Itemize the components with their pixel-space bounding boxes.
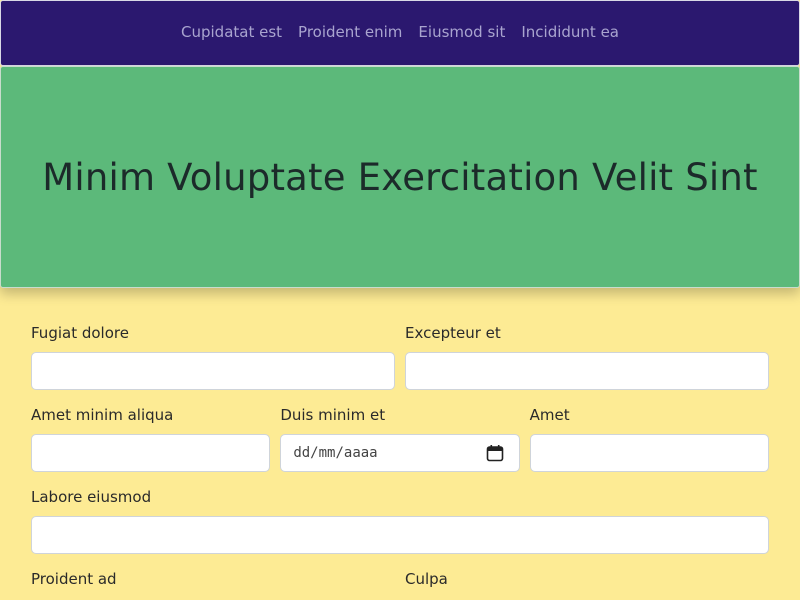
field-amet-minim-aliqua: Amet minim aliqua: [31, 405, 271, 472]
form-row-4: Proident ad Culpa: [31, 569, 769, 598]
form-row-3: Labore eiusmod: [31, 487, 769, 554]
field-culpa: Culpa: [405, 569, 769, 598]
field-label: Labore eiusmod: [31, 488, 152, 506]
main-form: Fugiat dolore Excepteur et Amet minim al…: [31, 323, 769, 600]
field-duis-minim-et: Duis minim et: [280, 405, 520, 472]
navbar: Cupidatat est Proident enim Eiusmod sit …: [0, 0, 800, 66]
form-row-2: Amet minim aliqua Duis minim et Amet: [31, 405, 769, 472]
field-label: Amet minim aliqua: [31, 406, 174, 424]
amet-minim-aliqua-input[interactable]: [31, 434, 271, 472]
hero-banner: Minim Voluptate Exercitation Velit Sint: [0, 66, 800, 288]
field-amet: Amet: [529, 405, 769, 472]
field-label: Amet: [529, 406, 570, 424]
field-fugiat-dolore: Fugiat dolore: [31, 323, 395, 390]
excepteur-et-input[interactable]: [405, 352, 769, 390]
labore-eiusmod-input[interactable]: [31, 516, 769, 554]
amet-input[interactable]: [529, 434, 769, 472]
field-label: Excepteur et: [405, 324, 501, 342]
calendar-icon[interactable]: [486, 444, 504, 462]
nav-link-eiusmod-sit[interactable]: Eiusmod sit: [418, 23, 505, 41]
field-proident-ad: Proident ad: [31, 569, 395, 598]
field-label: Duis minim et: [280, 406, 386, 424]
duis-minim-et-date-input[interactable]: [280, 434, 520, 472]
field-label: Proident ad: [31, 570, 117, 588]
field-label: Fugiat dolore: [31, 324, 129, 342]
hero-title: Minim Voluptate Exercitation Velit Sint: [42, 155, 758, 199]
fugiat-dolore-input[interactable]: [31, 352, 395, 390]
field-excepteur-et: Excepteur et: [405, 323, 769, 390]
nav-link-proident-enim[interactable]: Proident enim: [298, 23, 402, 41]
field-label: Culpa: [405, 570, 448, 588]
nav-link-incididunt-ea[interactable]: Incididunt ea: [521, 23, 619, 41]
date-picker: [280, 434, 520, 472]
form-row-1: Fugiat dolore Excepteur et: [31, 323, 769, 390]
nav-link-cupidatat-est[interactable]: Cupidatat est: [181, 23, 282, 41]
field-labore-eiusmod: Labore eiusmod: [31, 487, 769, 554]
